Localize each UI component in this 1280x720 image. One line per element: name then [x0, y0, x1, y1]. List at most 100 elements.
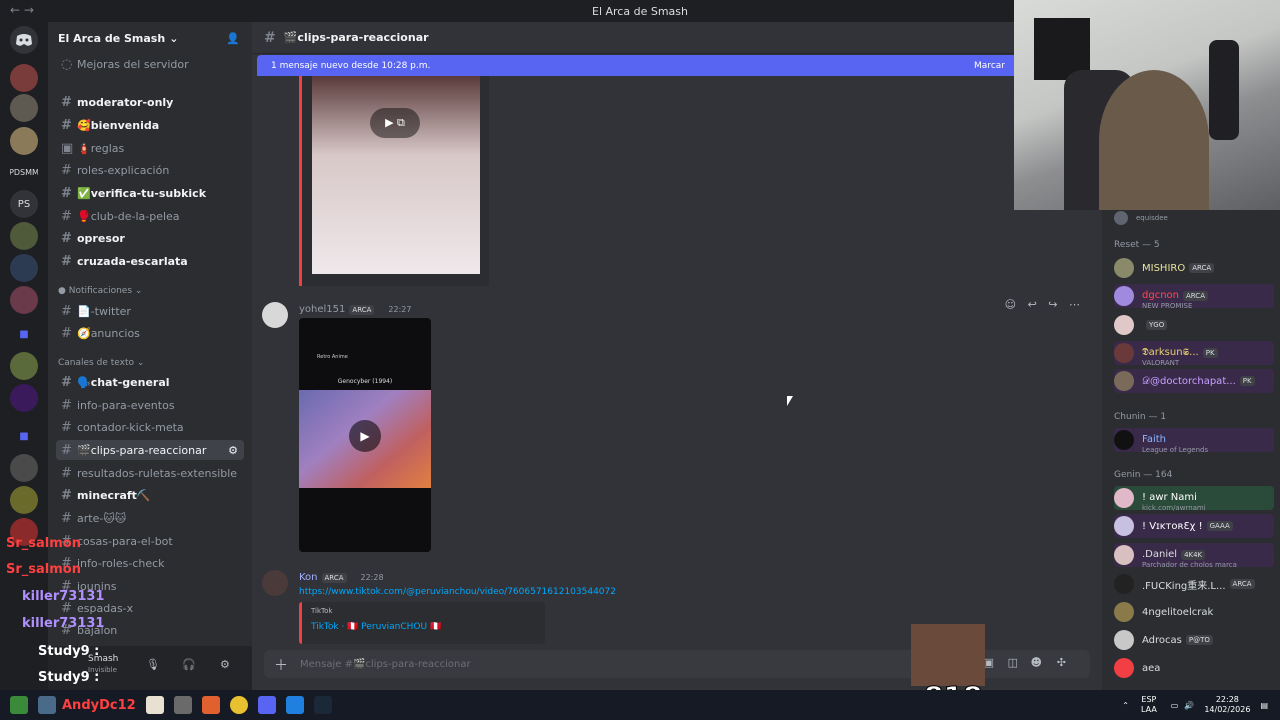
tray-chevron-icon[interactable]: ⌃ — [1122, 701, 1129, 710]
channel-item[interactable]: # roles-explicación — [56, 160, 244, 180]
network-icon[interactable]: ▭ — [1171, 701, 1179, 710]
add-attachment-icon[interactable]: ＋ — [274, 655, 288, 675]
member-item[interactable]: ! awr Nami kick.com/awrnami — [1114, 486, 1274, 512]
channel-item[interactable]: # contador-kick-meta — [56, 417, 244, 437]
channel-item[interactable]: # 🥊club-de-la-pelea — [56, 206, 244, 226]
member-item[interactable]: .FUCKing重来.L... ARCA — [1114, 572, 1274, 596]
microphone-icon[interactable]: 🎙 — [146, 658, 160, 671]
brave-icon[interactable] — [201, 696, 220, 714]
avatar[interactable] — [262, 570, 288, 596]
member-item[interactable]: 4ngelitoelcrak — [1114, 600, 1274, 624]
back-forward-icons[interactable]: ← → — [10, 3, 34, 17]
forward-icon[interactable]: ↪ — [1048, 298, 1057, 311]
discord-icon[interactable] — [257, 696, 276, 714]
channel-item[interactable]: # cosas-para-el-bot — [56, 531, 244, 551]
channel-item[interactable]: # opresor — [56, 228, 244, 248]
app-icon[interactable] — [145, 696, 164, 714]
member-item[interactable]: Faith League of Legends — [1114, 428, 1274, 454]
server-icon[interactable] — [10, 254, 38, 282]
avatar — [1114, 516, 1134, 536]
channel-item[interactable]: # 🗣️chat-general — [56, 372, 244, 392]
embed-title[interactable]: TikTok · 🇵🇪 PeruvianCHOU 🇵🇪 — [311, 622, 441, 632]
channel-item[interactable]: # info-para-eventos — [56, 395, 244, 415]
message-author[interactable]: yohel151 — [299, 304, 345, 315]
new-messages-banner[interactable]: 1 mensaje nuevo desde 10:28 p.m. Marcar — [257, 55, 1017, 76]
message-author[interactable]: Kon — [299, 572, 318, 583]
steam-icon[interactable] — [313, 696, 332, 714]
emote-overlay — [911, 624, 985, 686]
channel-item[interactable]: # arte-🐱🐱 — [56, 508, 244, 528]
mark-read-button[interactable]: Marcar — [974, 61, 1005, 71]
channel-item[interactable]: # 🧭anuncios — [56, 323, 244, 343]
settings-icon[interactable]: ⚙ — [228, 444, 238, 457]
server-icon[interactable] — [10, 454, 38, 482]
server-icon[interactable] — [10, 127, 38, 155]
server-icon[interactable] — [10, 352, 38, 380]
member-item[interactable]: YGO — [1114, 313, 1274, 337]
channel-item[interactable]: # 📄-twitter — [56, 301, 244, 321]
add-member-icon[interactable]: 👤 — [226, 32, 240, 45]
more-icon[interactable]: ⋯ — [1069, 298, 1080, 311]
server-pdsmm[interactable]: PDSMM — [10, 158, 38, 186]
headphones-icon[interactable]: 🎧 — [182, 658, 196, 671]
video-embed[interactable]: Retro Anime Genocyber (1994) ▶ — [299, 318, 431, 552]
avatar[interactable] — [262, 302, 288, 328]
channel-item[interactable]: # moderator-only — [56, 92, 244, 112]
server-icon[interactable] — [10, 286, 38, 314]
user-settings-icon[interactable]: ⚙ — [220, 658, 230, 671]
sticker-icon[interactable]: ☻ — [1031, 656, 1042, 669]
member-item[interactable]: MISHIRO ARCA — [1114, 256, 1274, 280]
reply-icon[interactable]: ↩ — [1028, 298, 1037, 311]
chrome-icon[interactable] — [229, 696, 248, 714]
start-icon[interactable] — [10, 696, 28, 714]
volume-icon[interactable]: 🔊 — [1184, 701, 1194, 710]
member-item[interactable]: 𝕯arksun𝕾... PK VALORANT — [1114, 341, 1274, 367]
server-icon[interactable] — [10, 222, 38, 250]
play-icon[interactable]: ▶ — [349, 420, 381, 452]
member-name: Faith — [1142, 433, 1166, 445]
app-icon[interactable] — [173, 696, 192, 714]
channel-item-active[interactable]: # 🎬clips-para-reaccionar ⚙ — [56, 440, 244, 460]
server-icon[interactable] — [10, 94, 38, 122]
notification-icon[interactable]: ▤ — [1260, 701, 1268, 710]
channel-item[interactable]: # ✅verifica-tu-subkick — [56, 183, 244, 203]
server-ps[interactable]: PS — [10, 190, 38, 218]
video-embed-prev[interactable]: ▶ ⧉ — [299, 76, 489, 286]
member-item[interactable]: dgcnon ARCA NEW PROMISE — [1114, 284, 1274, 310]
play-icon[interactable]: ▶ ⧉ — [370, 108, 420, 138]
member-item[interactable]: aea — [1114, 656, 1274, 680]
language-indicator[interactable]: ESP LAA — [1141, 695, 1157, 715]
member-item[interactable]: ! VɪᴋᴛᴏʀƐχ ! GAAA — [1114, 514, 1274, 538]
channel-item[interactable]: # info-roles-check — [56, 553, 244, 573]
channel-item[interactable]: # minecraft⛏️ — [56, 485, 244, 505]
channel-item[interactable]: # resultados-ruletas-extensible — [56, 463, 244, 483]
gif-icon[interactable]: ◫ — [1008, 656, 1018, 669]
channel-item[interactable]: # cruzada-escarlata — [56, 251, 244, 271]
channel-item[interactable]: # 🥰bienvenida — [56, 115, 244, 135]
server-icon[interactable] — [10, 384, 38, 412]
folder-icon[interactable]: ■ — [10, 320, 38, 348]
reaction-icon[interactable]: ☺ — [1005, 298, 1016, 311]
server-icon[interactable] — [10, 64, 38, 92]
hash-icon: # — [61, 374, 72, 390]
apps-icon[interactable]: ✣ — [1057, 656, 1066, 669]
channel-item[interactable]: ▣ 🧯reglas — [56, 138, 244, 158]
member-item[interactable]: .Daniel 4K4K Parchador de cholos marca — [1114, 543, 1274, 569]
app-icon[interactable] — [285, 696, 304, 714]
discord-home-icon[interactable] — [10, 26, 38, 54]
message-link[interactable]: https://www.tiktok.com/@peruvianchou/vid… — [299, 587, 616, 597]
folder-icon[interactable]: ■ — [10, 422, 38, 450]
member-item[interactable]: Adrocas P@TO — [1114, 628, 1274, 652]
member-item[interactable]: 𝒟@doctorchapat... PK — [1114, 369, 1274, 393]
app-icon[interactable] — [38, 696, 56, 714]
gift-icon[interactable]: ▣ — [984, 656, 994, 669]
category-notifications[interactable]: ● Notificaciones ⌄ — [58, 286, 142, 296]
category-text[interactable]: Canales de texto ⌄ — [58, 358, 144, 368]
clock[interactable]: 22:28 14/02/2026 — [1204, 695, 1250, 715]
server-boost-item[interactable]: ◌ Mejoras del servidor — [56, 54, 244, 74]
server-header[interactable]: El Arca de Smash ⌄ 👤 — [48, 22, 252, 54]
server-icon[interactable] — [10, 486, 38, 514]
link-embed[interactable]: TikTok TikTok · 🇵🇪 PeruvianCHOU 🇵🇪 — [299, 602, 545, 644]
video-thumbnail[interactable]: ▶ ⧉ — [312, 76, 480, 274]
hash-icon: # — [61, 117, 72, 133]
